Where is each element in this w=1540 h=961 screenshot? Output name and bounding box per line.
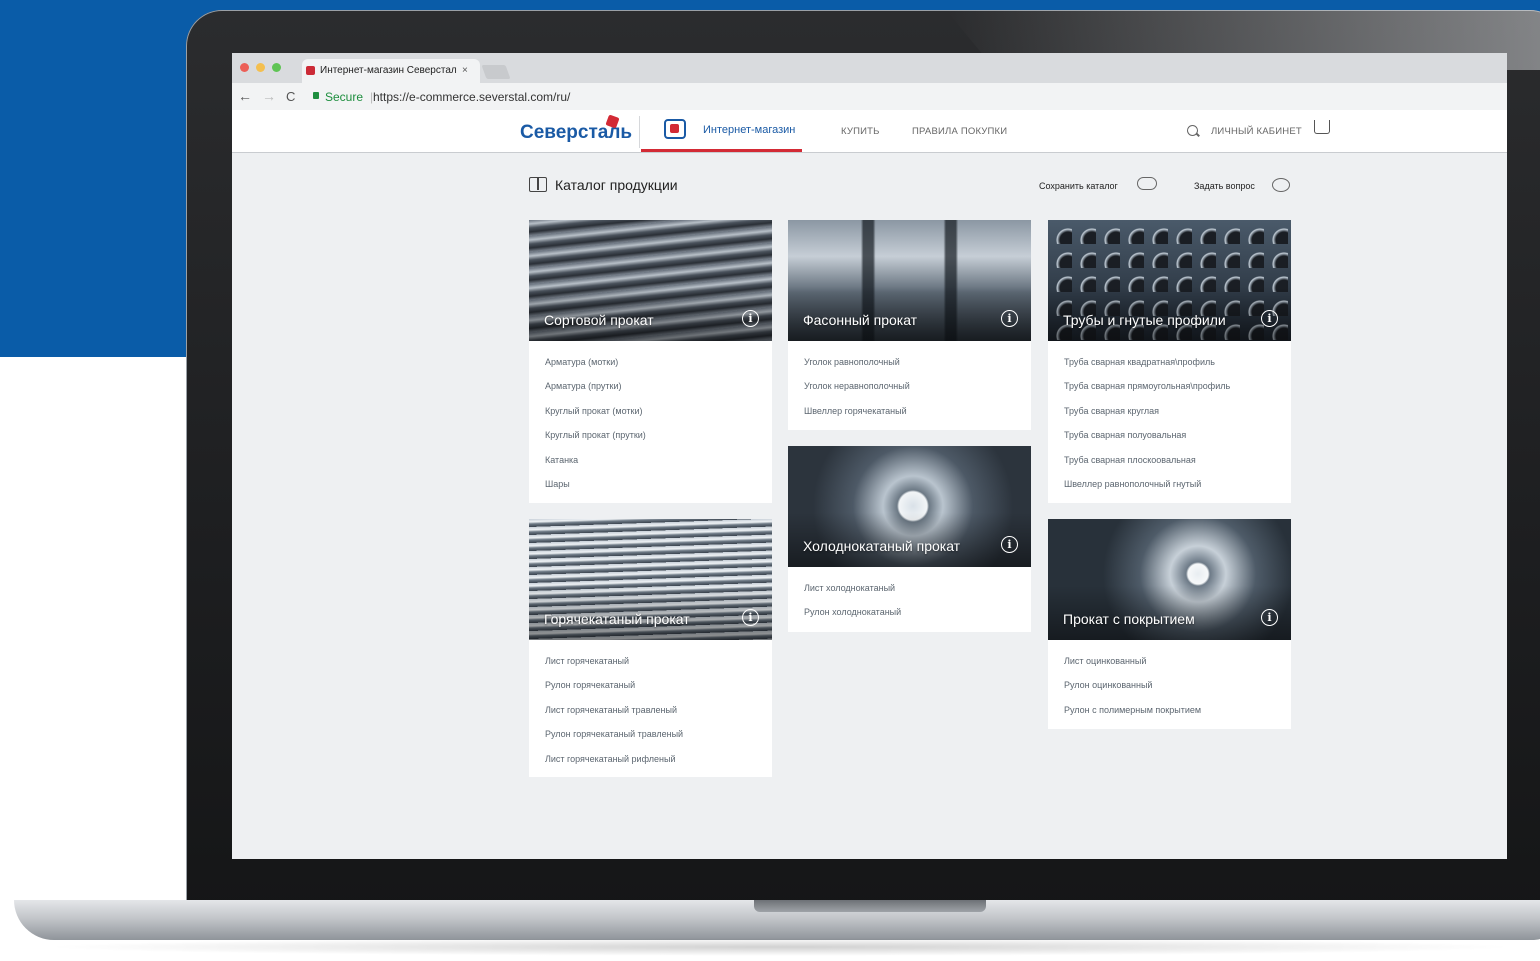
category-card: Прокат с покрытием i Лист оцинкованный Р…: [1048, 519, 1291, 729]
cloud-download-icon[interactable]: [1137, 177, 1157, 190]
list-item[interactable]: Круглый прокат (прутки): [545, 430, 646, 454]
info-icon[interactable]: i: [1001, 536, 1018, 553]
category-title[interactable]: Горячекатаный прокат: [544, 611, 690, 627]
header-divider: [639, 116, 640, 148]
page-title: Каталог продукции: [555, 177, 678, 193]
address-bar: ← → C Secure | https://e-commerce.severs…: [232, 83, 1507, 111]
laptop-shadow: [40, 938, 1520, 956]
site-header: Северсталь Интернет-магазин КУПИТЬ ПРАВИ…: [232, 110, 1507, 153]
info-icon[interactable]: i: [1261, 310, 1278, 327]
list-item[interactable]: Лист горячекатаный: [545, 656, 683, 680]
shop-icon-mark: [670, 124, 679, 133]
list-item[interactable]: Рулон оцинкованный: [1064, 680, 1201, 704]
list-item[interactable]: Труба сварная плоскоовальная: [1064, 455, 1230, 479]
category-title[interactable]: Трубы и гнутые профили: [1063, 312, 1226, 328]
list-item[interactable]: Арматура (прутки): [545, 381, 646, 405]
new-tab-button[interactable]: [481, 65, 511, 79]
list-item[interactable]: Труба сварная квадратная\профиль: [1064, 357, 1230, 381]
tab-title: Интернет-магазин Северстал: [320, 65, 457, 76]
url-field[interactable]: https://e-commerce.severstal.com/ru/: [373, 90, 570, 104]
list-item[interactable]: Рулон холоднокатаный: [804, 607, 901, 631]
maximize-window-button[interactable]: [272, 63, 281, 72]
severstal-favicon-icon: [306, 66, 315, 75]
nav-rules-link[interactable]: ПРАВИЛА ПОКУПКИ: [912, 126, 1007, 137]
ask-question-link[interactable]: Задать вопрос: [1194, 181, 1255, 191]
category-list: Лист горячекатаный Рулон горячекатаный Л…: [545, 656, 683, 778]
list-item[interactable]: Уголок неравнополочный: [804, 381, 910, 405]
list-item[interactable]: Швеллер горячекатаный: [804, 406, 910, 430]
list-item[interactable]: Уголок равнополочный: [804, 357, 910, 381]
category-list: Лист оцинкованный Рулон оцинкованный Рул…: [1064, 656, 1201, 729]
browser-tabbar: Интернет-магазин Северстал ×: [232, 53, 1507, 83]
search-icon[interactable]: [1187, 125, 1198, 136]
back-icon[interactable]: ←: [238, 88, 252, 104]
list-item[interactable]: Катанка: [545, 455, 646, 479]
nav-shop-link[interactable]: Интернет-магазин: [703, 124, 795, 136]
save-catalog-link[interactable]: Сохранить каталог: [1039, 181, 1118, 191]
info-icon[interactable]: i: [1001, 310, 1018, 327]
chat-bubble-icon[interactable]: [1272, 178, 1290, 192]
category-list: Труба сварная квадратная\профиль Труба с…: [1064, 357, 1230, 503]
list-item[interactable]: Труба сварная полуовальная: [1064, 430, 1230, 454]
nav-buy-link[interactable]: КУПИТЬ: [841, 126, 880, 137]
category-card: Горячекатаный прокат i Лист горячекатаны…: [529, 519, 772, 777]
tab-close-icon[interactable]: ×: [462, 65, 468, 76]
info-icon[interactable]: i: [742, 310, 759, 327]
lock-icon: [313, 92, 319, 99]
list-item[interactable]: Круглый прокат (мотки): [545, 406, 646, 430]
secure-label: Secure: [325, 90, 364, 104]
forward-icon[interactable]: →: [262, 88, 276, 104]
category-list: Уголок равнополочный Уголок неравнополоч…: [804, 357, 910, 430]
list-item[interactable]: Лист холоднокатаный: [804, 583, 901, 607]
category-title[interactable]: Холоднокатаный прокат: [803, 538, 960, 554]
info-icon[interactable]: i: [742, 609, 759, 626]
list-item[interactable]: Рулон горячекатаный: [545, 680, 683, 704]
shop-icon: [664, 119, 686, 139]
category-card: Фасонный прокат i Уголок равнополочный У…: [788, 220, 1031, 430]
category-card: Сортовой прокат i Арматура (мотки) Армат…: [529, 220, 772, 503]
cart-icon[interactable]: [1314, 120, 1330, 134]
screen: Интернет-магазин Северстал × ← → C Secur…: [232, 53, 1507, 859]
list-item[interactable]: Рулон горячекатаный травленый: [545, 729, 683, 753]
list-item[interactable]: Лист оцинкованный: [1064, 656, 1201, 680]
list-item[interactable]: Рулон с полимерным покрытием: [1064, 705, 1201, 729]
list-item[interactable]: Арматура (мотки): [545, 357, 646, 381]
info-icon[interactable]: i: [1261, 609, 1278, 626]
category-card: Холоднокатаный прокат i Лист холодноката…: [788, 446, 1031, 632]
category-title[interactable]: Фасонный прокат: [803, 312, 917, 328]
minimize-window-button[interactable]: [256, 63, 265, 72]
category-title[interactable]: Прокат с покрытием: [1063, 611, 1195, 627]
laptop-notch: [754, 900, 986, 912]
category-title[interactable]: Сортовой прокат: [544, 312, 654, 328]
reload-icon[interactable]: C: [286, 89, 295, 104]
list-item[interactable]: Шары: [545, 479, 646, 503]
browser-tab[interactable]: Интернет-магазин Северстал ×: [302, 59, 480, 83]
close-window-button[interactable]: [240, 63, 249, 72]
category-list: Арматура (мотки) Арматура (прутки) Кругл…: [545, 357, 646, 503]
list-item[interactable]: Труба сварная круглая: [1064, 406, 1230, 430]
catalog-book-icon: [529, 177, 547, 192]
category-list: Лист холоднокатаный Рулон холоднокатаный: [804, 583, 901, 632]
list-item[interactable]: Лист горячекатаный рифленый: [545, 754, 683, 778]
account-link[interactable]: ЛИЧНЫЙ КАБИНЕТ: [1211, 126, 1302, 137]
active-nav-underline: [641, 149, 802, 152]
list-item[interactable]: Швеллер равнополочный гнутый: [1064, 479, 1230, 503]
list-item[interactable]: Лист горячекатаный травленый: [545, 705, 683, 729]
category-card: Трубы и гнутые профили i Труба сварная к…: [1048, 220, 1291, 503]
list-item[interactable]: Труба сварная прямоугольная\профиль: [1064, 381, 1230, 405]
